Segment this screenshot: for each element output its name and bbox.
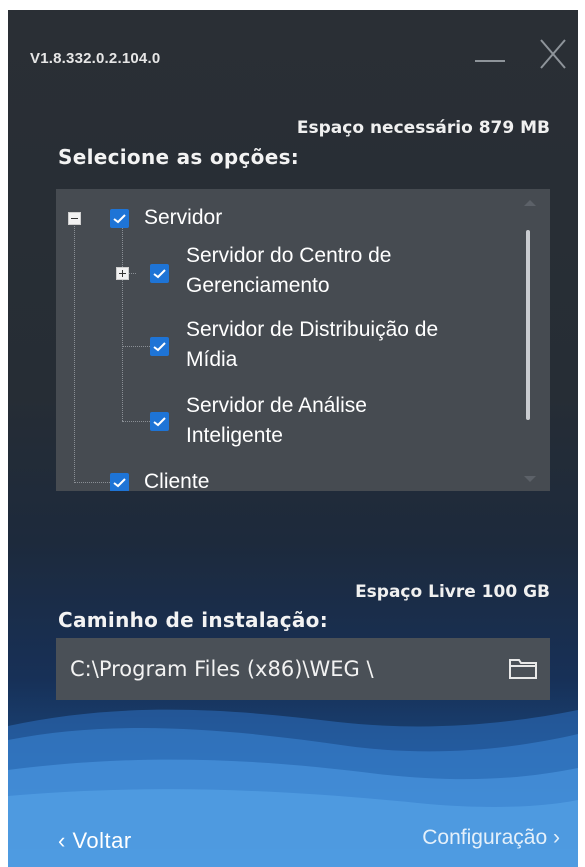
version-label: V1.8.332.0.2.104.0 bbox=[30, 50, 161, 67]
minimize-button[interactable] bbox=[473, 48, 513, 72]
component-tree: Servidor Servidor do Centro de Gerenciam… bbox=[56, 189, 550, 491]
scroll-down-arrow-icon[interactable] bbox=[524, 476, 536, 482]
tree-line bbox=[122, 221, 123, 421]
space-required-label: Espaço necessário 879 MB bbox=[296, 118, 550, 138]
tree-label-line: Gerenciamento bbox=[186, 274, 330, 297]
checkbox-centro[interactable] bbox=[150, 264, 169, 283]
folder-icon bbox=[509, 659, 537, 679]
tree-label-line: Inteligente bbox=[186, 424, 283, 447]
tree-line bbox=[74, 221, 75, 481]
tree-label-servidor[interactable]: Servidor bbox=[144, 203, 222, 233]
tree-scrollbar[interactable] bbox=[519, 196, 541, 486]
scroll-thumb[interactable] bbox=[526, 230, 530, 420]
tree-label-analise[interactable]: Servidor de Análise Inteligente bbox=[186, 391, 367, 451]
tree-line bbox=[74, 482, 110, 483]
check-icon bbox=[153, 417, 166, 427]
tree-line bbox=[122, 421, 150, 422]
checkbox-distribuicao[interactable] bbox=[150, 337, 169, 356]
install-path-input[interactable] bbox=[70, 652, 500, 686]
check-icon bbox=[153, 269, 166, 279]
tree-line bbox=[122, 346, 150, 347]
close-button[interactable] bbox=[533, 32, 573, 76]
close-icon bbox=[540, 39, 566, 69]
browse-folder-button[interactable] bbox=[508, 656, 540, 682]
check-icon bbox=[113, 478, 126, 488]
tree-label-cliente[interactable]: Cliente bbox=[144, 467, 209, 491]
checkbox-analise[interactable] bbox=[150, 412, 169, 431]
space-free-label: Espaço Livre 100 GB bbox=[355, 582, 550, 602]
back-button[interactable]: ‹ Voltar bbox=[58, 828, 132, 854]
tree-label-line: Servidor do Centro de bbox=[186, 244, 392, 267]
expand-toggle-centro[interactable] bbox=[116, 267, 129, 280]
tree-label-distribuicao[interactable]: Servidor de Distribuição de Mídia bbox=[186, 315, 438, 375]
next-button[interactable]: Configuração › bbox=[422, 826, 560, 850]
options-title: Selecione as opções: bbox=[58, 145, 300, 169]
tree-label-line: Mídia bbox=[186, 348, 238, 371]
install-path-title: Caminho de instalação: bbox=[58, 608, 328, 632]
tree-label-centro[interactable]: Servidor do Centro de Gerenciamento bbox=[186, 241, 391, 301]
checkbox-cliente[interactable] bbox=[110, 473, 129, 491]
check-icon bbox=[153, 342, 166, 352]
tree-label-line: Servidor de Análise bbox=[186, 394, 367, 417]
tree-label-line: Servidor de Distribuição de bbox=[186, 318, 439, 341]
installer-window: V1.8.332.0.2.104.0 Espaço necessário 879… bbox=[8, 10, 578, 867]
install-path-box bbox=[56, 638, 550, 700]
check-icon bbox=[113, 214, 126, 224]
checkbox-servidor[interactable] bbox=[110, 209, 129, 228]
scroll-up-arrow-icon[interactable] bbox=[524, 200, 536, 206]
collapse-toggle-servidor[interactable] bbox=[68, 212, 81, 225]
